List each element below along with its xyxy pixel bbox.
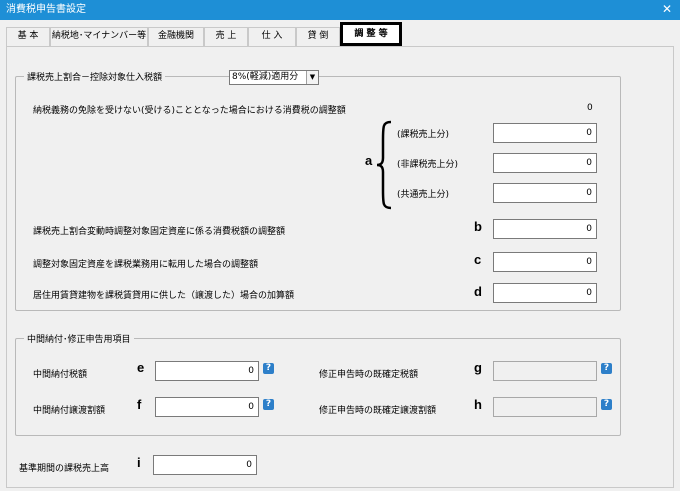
amended-transfer-input[interactable] (493, 397, 597, 417)
interim-tax-input[interactable]: 0 (155, 361, 259, 381)
letter-g: g (474, 360, 482, 375)
residential-rental-addition-label: 居住用賃貸建物を課税賃貸用に供した（譲渡した）場合の加算額 (33, 291, 295, 301)
tab-purchases[interactable]: 仕 入 (248, 27, 296, 46)
tab-adjustments[interactable]: 調 整 等 (340, 22, 402, 46)
tab-label: 基 本 (17, 31, 39, 41)
conversion-adjustment-label: 調整対象固定資産を課税業務用に転用した場合の調整額 (33, 260, 259, 270)
letter-h: h (474, 397, 482, 412)
group-title: 課税売上割合－控除対象仕入税額 (24, 70, 166, 83)
tab-label: 仕 入 (261, 31, 283, 41)
letter-e: e (137, 360, 145, 375)
help-icon[interactable]: ? (263, 363, 274, 374)
residential-rental-addition-input[interactable]: 0 (493, 283, 597, 303)
letter-i: i (137, 455, 141, 470)
interim-tax-label: 中間納付税額 (33, 370, 88, 380)
exemption-adjustment-label: 納税義務の免除を受けない(受ける)こととなった場合における消費税の調整額 (33, 106, 346, 116)
tab-bad-debts[interactable]: 貸 倒 (296, 27, 340, 46)
curly-brace-icon (376, 120, 392, 210)
nontaxable-sales-input[interactable]: 0 (493, 153, 597, 173)
amended-tax-label: 修正申告時の既確定税額 (319, 370, 419, 380)
close-icon[interactable]: ✕ (660, 2, 674, 16)
amended-tax-input[interactable] (493, 361, 597, 381)
help-icon[interactable]: ? (263, 399, 274, 410)
interim-transfer-label: 中間納付譲渡割額 (33, 406, 106, 416)
tab-label: 調 整 等 (354, 29, 388, 39)
base-period-sales-label: 基準期間の課税売上高 (19, 464, 110, 474)
tab-bar: 基 本 納税地･マイナンバー等 金融機関 売 上 仕 入 貸 倒 調 整 等 (0, 20, 680, 48)
tab-address-mynumber[interactable]: 納税地･マイナンバー等 (50, 27, 148, 46)
base-period-sales-input[interactable]: 0 (153, 455, 257, 475)
tab-content: 課税売上割合－控除対象仕入税額 8%(軽減)適用分 ▼ 納税義務の免除を受けない… (6, 46, 674, 488)
common-sales-input[interactable]: 0 (493, 183, 597, 203)
letter-b: b (474, 219, 482, 234)
taxable-sales-label: (課税売上分) (397, 130, 450, 140)
tab-label: 貸 倒 (307, 31, 329, 41)
rate-select-value: 8%(軽減)適用分 (232, 72, 299, 82)
tab-label: 納税地･マイナンバー等 (51, 31, 147, 41)
letter-a: a (365, 153, 373, 168)
tab-financial-institution[interactable]: 金融機関 (148, 27, 204, 46)
help-icon[interactable]: ? (601, 363, 612, 374)
letter-d: d (474, 284, 482, 299)
letter-c: c (474, 252, 482, 267)
tab-sales[interactable]: 売 上 (204, 27, 248, 46)
nontaxable-sales-label: (非課税売上分) (397, 160, 459, 170)
window-titlebar: 消費税申告書設定 ✕ (0, 0, 680, 20)
window-title: 消費税申告書設定 (6, 4, 86, 15)
taxable-sales-input[interactable]: 0 (493, 123, 597, 143)
common-sales-label: (共通売上分) (397, 190, 450, 200)
ratio-change-adjustment-label: 課税売上割合変動時調整対象固定資産に係る消費税額の調整額 (33, 227, 286, 237)
tab-label: 売 上 (215, 31, 237, 41)
tab-label: 金融機関 (157, 31, 194, 41)
tab-basic[interactable]: 基 本 (6, 27, 50, 46)
conversion-adjustment-input[interactable]: 0 (493, 252, 597, 272)
exemption-adjustment-value: 0 (587, 103, 593, 113)
group-title: 中間納付･修正申告用項目 (24, 332, 134, 345)
rate-select[interactable]: 8%(軽減)適用分 ▼ (229, 70, 319, 85)
chevron-down-icon[interactable]: ▼ (306, 71, 318, 84)
interim-amendment-group: 中間納付･修正申告用項目 (15, 332, 621, 436)
amended-transfer-label: 修正申告時の既確定譲渡割額 (319, 406, 437, 416)
letter-f: f (137, 397, 142, 412)
help-icon[interactable]: ? (601, 399, 612, 410)
ratio-change-adjustment-input[interactable]: 0 (493, 219, 597, 239)
interim-transfer-input[interactable]: 0 (155, 397, 259, 417)
